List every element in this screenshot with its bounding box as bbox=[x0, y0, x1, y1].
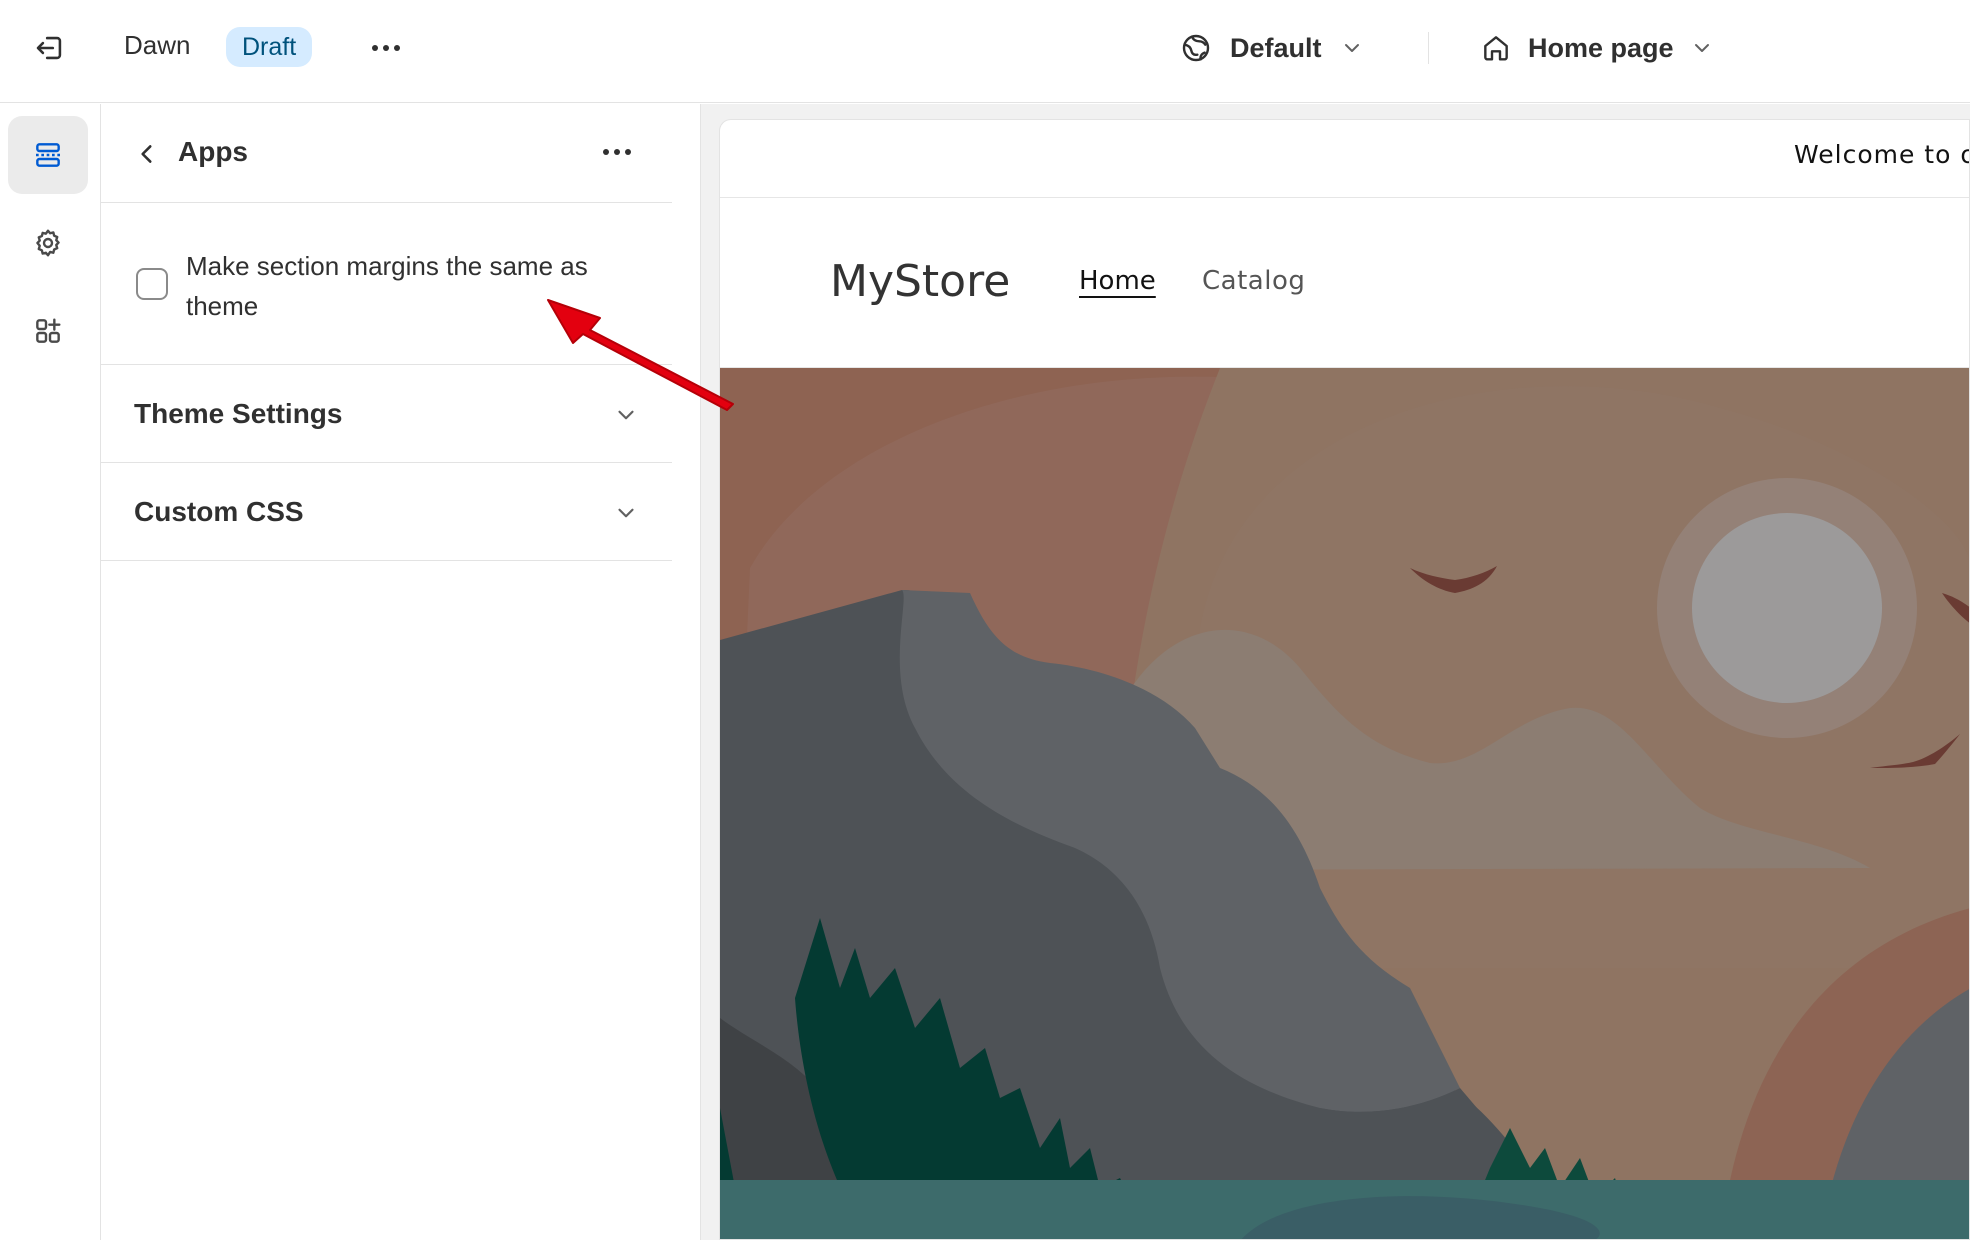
apps-settings-panel: Apps Make section margins the same as th… bbox=[101, 104, 701, 1240]
page-label: Home page bbox=[1528, 32, 1674, 63]
editor-icon-rail bbox=[0, 104, 101, 1240]
settings-icon bbox=[36, 229, 60, 257]
panel-title: Apps bbox=[178, 136, 248, 167]
chevron-down-icon bbox=[1344, 44, 1359, 52]
chevron-down-icon bbox=[1694, 44, 1709, 52]
panel-actions-button[interactable] bbox=[595, 132, 639, 172]
accordion-label: Theme Settings bbox=[134, 398, 343, 429]
editor-top-bar: Dawn Draft Default Home page bbox=[0, 0, 1970, 103]
section-margins-checkbox[interactable] bbox=[136, 268, 168, 300]
accordion-label: Custom CSS bbox=[134, 496, 304, 527]
globe-icon bbox=[1182, 34, 1210, 62]
topbar-divider bbox=[1428, 32, 1429, 64]
accordion-theme-settings[interactable]: Theme Settings bbox=[101, 366, 672, 463]
nav-link-catalog[interactable]: Catalog bbox=[1202, 266, 1305, 296]
store-logo-text[interactable]: MyStore bbox=[830, 256, 1010, 307]
exit-icon bbox=[36, 36, 62, 60]
section-margins-label[interactable]: Make section margins the same as theme bbox=[186, 246, 646, 326]
accordion-custom-css[interactable]: Custom CSS bbox=[101, 464, 672, 561]
nav-link-home[interactable]: Home bbox=[1079, 266, 1156, 296]
rail-sections-button[interactable] bbox=[8, 116, 88, 194]
chevron-left-icon bbox=[141, 145, 152, 163]
chevron-down-icon bbox=[609, 398, 643, 432]
theme-name: Dawn bbox=[124, 30, 191, 60]
more-horizontal-icon bbox=[372, 45, 400, 51]
rail-apps-button[interactable] bbox=[8, 292, 88, 370]
sections-icon bbox=[36, 143, 60, 167]
theme-actions-button[interactable] bbox=[366, 28, 406, 68]
rail-settings-button[interactable] bbox=[8, 204, 88, 282]
home-icon bbox=[1484, 36, 1508, 61]
panel-header: Apps bbox=[101, 104, 672, 203]
apps-icon bbox=[36, 318, 61, 343]
locale-selector[interactable]: Default bbox=[1180, 26, 1364, 70]
chevron-down-icon bbox=[609, 496, 643, 530]
status-badge: Draft bbox=[226, 27, 313, 67]
more-horizontal-icon bbox=[603, 149, 631, 155]
announcement-text: Welcome to ou bbox=[1794, 140, 1969, 169]
back-button[interactable] bbox=[127, 134, 167, 174]
exit-button[interactable] bbox=[30, 28, 70, 68]
announcement-bar[interactable]: Welcome to ou bbox=[720, 120, 1969, 198]
page-selector[interactable]: Home page bbox=[1480, 26, 1714, 70]
hero-banner-illustration[interactable] bbox=[720, 368, 1970, 1240]
locale-label: Default bbox=[1230, 32, 1322, 63]
storefront-preview[interactable]: Welcome to ou MyStore Home Catalog bbox=[719, 119, 1970, 1240]
store-header[interactable]: MyStore Home Catalog bbox=[720, 198, 1969, 368]
